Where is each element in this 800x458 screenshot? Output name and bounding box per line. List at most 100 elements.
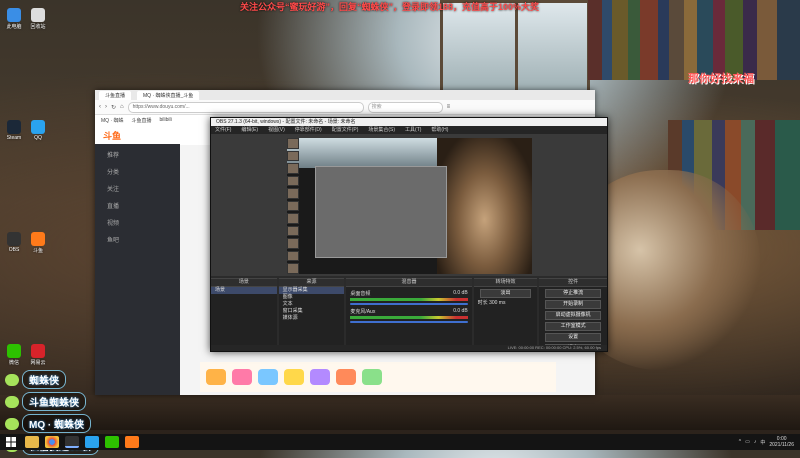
- gift-icon[interactable]: [258, 369, 278, 385]
- settings-button[interactable]: 设置: [545, 333, 601, 342]
- chat-line: MQ · 蜘蛛侠: [5, 414, 99, 433]
- browser-tab[interactable]: MQ · 蜘蛛侠直播_斗鱼: [137, 90, 200, 100]
- studio-mode-button[interactable]: 工作室模式: [545, 322, 601, 331]
- obs-canvas[interactable]: [287, 138, 532, 274]
- taskbar: ^ ▭ ♪ 中 0:00 2021/11/26: [0, 434, 800, 450]
- douyu-icon[interactable]: [125, 436, 139, 448]
- desktop-icon[interactable]: QQ: [27, 120, 49, 141]
- reload-icon[interactable]: ↻: [111, 104, 116, 111]
- desktop-icon-label: 回收站: [30, 24, 46, 30]
- forward-icon[interactable]: ›: [105, 104, 107, 110]
- source-item[interactable]: 图像: [279, 294, 345, 301]
- gift-icon[interactable]: [310, 369, 330, 385]
- network-icon[interactable]: ▭: [745, 439, 750, 445]
- stop-streaming-button[interactable]: 停止推流: [545, 289, 601, 298]
- qq-icon[interactable]: [85, 436, 99, 448]
- home-icon[interactable]: ⌂: [120, 104, 124, 110]
- scene-item[interactable]: 场景: [211, 287, 277, 294]
- clock-date: 2021/11/26: [769, 442, 794, 448]
- start-button[interactable]: [0, 434, 22, 450]
- gift-icon[interactable]: [284, 369, 304, 385]
- app-icon: [31, 8, 45, 22]
- bookmark-item[interactable]: 斗鱼直播: [132, 117, 152, 124]
- mixer-track-db: 0.0 dB: [453, 290, 468, 296]
- obs-menu-item[interactable]: 编辑(E): [241, 126, 258, 134]
- app-icon: [7, 232, 21, 246]
- gift-icon[interactable]: [362, 369, 382, 385]
- mixer-track: 麦克风/Aux 0.0 dB: [350, 308, 468, 323]
- obs-preview[interactable]: [211, 134, 607, 276]
- chat-bubble-icon: [5, 417, 19, 430]
- menu-icon[interactable]: ≡: [447, 104, 451, 110]
- ime-icon[interactable]: 中: [760, 439, 765, 446]
- obs-menu-item[interactable]: 工具(T): [405, 126, 421, 134]
- source-item[interactable]: 显示器采集: [278, 287, 345, 294]
- sidebar-item[interactable]: 视频: [107, 218, 180, 227]
- desktop-icon-label: 斗鱼: [32, 248, 43, 254]
- obs-menu-item[interactable]: 配置文件(P): [332, 126, 359, 134]
- wechat-icon[interactable]: [105, 436, 119, 448]
- controls-dock-title: 控件: [539, 279, 607, 287]
- volume-slider[interactable]: [350, 321, 468, 323]
- sidebar-item[interactable]: 鱼吧: [107, 235, 180, 244]
- desktop-icon-label: Steam: [6, 135, 22, 141]
- transitions-dock: 转场特效 淡出 时长 300 ms: [473, 278, 538, 350]
- sidebar-item[interactable]: 分类: [107, 167, 180, 176]
- gift-icon[interactable]: [336, 369, 356, 385]
- obs-menu-item[interactable]: 停靠部件(D): [295, 126, 322, 134]
- sidebar-item[interactable]: 推荐: [107, 150, 180, 159]
- volume-icon[interactable]: ♪: [754, 439, 757, 445]
- chat-text: MQ · 蜘蛛侠: [22, 414, 91, 433]
- browser-tab[interactable]: 斗鱼直播: [99, 90, 132, 100]
- bookmark-item[interactable]: MQ · 蜘蛛: [101, 117, 124, 124]
- desktop-icon[interactable]: 回收站: [27, 8, 49, 30]
- sidebar-item[interactable]: 关注: [107, 184, 180, 193]
- desktop-icon[interactable]: Steam: [3, 120, 25, 141]
- mixer-track: 桌面音频 0.0 dB: [350, 290, 468, 305]
- virtual-camera-button[interactable]: 启动虚拟摄像机: [545, 311, 601, 320]
- windows-logo-icon: [6, 437, 16, 447]
- sidebar-item[interactable]: 直播: [107, 201, 180, 210]
- desktop-icon-label: 网易云: [30, 360, 46, 366]
- duration-value[interactable]: 300 ms: [489, 300, 505, 306]
- back-icon[interactable]: ‹: [99, 104, 101, 110]
- wallpaper-table: [0, 395, 800, 430]
- promo-banner: 关注公众号“蜜玩好游”，回复“蜘蛛侠”，登录即领188，充值高于100%大奖: [240, 2, 540, 12]
- source-item[interactable]: 窗口采集: [279, 308, 345, 315]
- source-item[interactable]: 媒体源: [279, 315, 345, 322]
- obs-window[interactable]: OBS 27.1.3 (64-bit, windows) - 配置文件: 未命名…: [210, 117, 608, 352]
- chrome-icon[interactable]: [45, 436, 59, 448]
- desktop-icon[interactable]: 此电脑: [3, 8, 25, 30]
- url-field[interactable]: https://www.douyu.com/...: [127, 101, 364, 113]
- desktop-icon[interactable]: OBS: [3, 232, 25, 253]
- obs-menu-item[interactable]: 视图(V): [268, 126, 285, 134]
- duration-label: 时长: [477, 300, 488, 306]
- gift-icon[interactable]: [206, 369, 226, 385]
- volume-slider[interactable]: [350, 303, 468, 305]
- obs-menu-item[interactable]: 帮助(H): [431, 126, 448, 134]
- desktop-icon[interactable]: 微信: [3, 344, 25, 366]
- chat-bubble-icon: [5, 395, 19, 408]
- file-explorer-icon[interactable]: [25, 436, 39, 448]
- desktop-icon[interactable]: 斗鱼: [27, 232, 49, 254]
- browser-search-input[interactable]: 搜索: [367, 101, 443, 113]
- app-icon: [31, 232, 45, 246]
- site-logo[interactable]: 斗鱼: [103, 129, 121, 142]
- preview-nested-capture: [315, 166, 447, 258]
- transitions-dock-title: 转场特效: [473, 279, 538, 287]
- gift-icon[interactable]: [232, 369, 252, 385]
- app-icon: [7, 8, 21, 22]
- obs-menu-item[interactable]: 文件(F): [215, 126, 231, 134]
- app-icon: [31, 344, 45, 358]
- obs-menu-item[interactable]: 场景集合(S): [368, 126, 395, 134]
- source-item[interactable]: 文本: [279, 301, 345, 308]
- clock[interactable]: 0:00 2021/11/26: [769, 436, 794, 448]
- obs-icon[interactable]: [65, 436, 79, 448]
- desktop-icon-label: QQ: [34, 135, 42, 141]
- desktop-icon[interactable]: 网易云: [27, 344, 49, 366]
- start-recording-button[interactable]: 开始录制: [545, 300, 601, 309]
- transition-select[interactable]: 淡出: [479, 289, 532, 298]
- bookmark-item[interactable]: bilibili: [160, 117, 172, 123]
- mixer-track-db: 0.0 dB: [453, 308, 468, 314]
- chevron-up-icon[interactable]: ^: [739, 439, 741, 445]
